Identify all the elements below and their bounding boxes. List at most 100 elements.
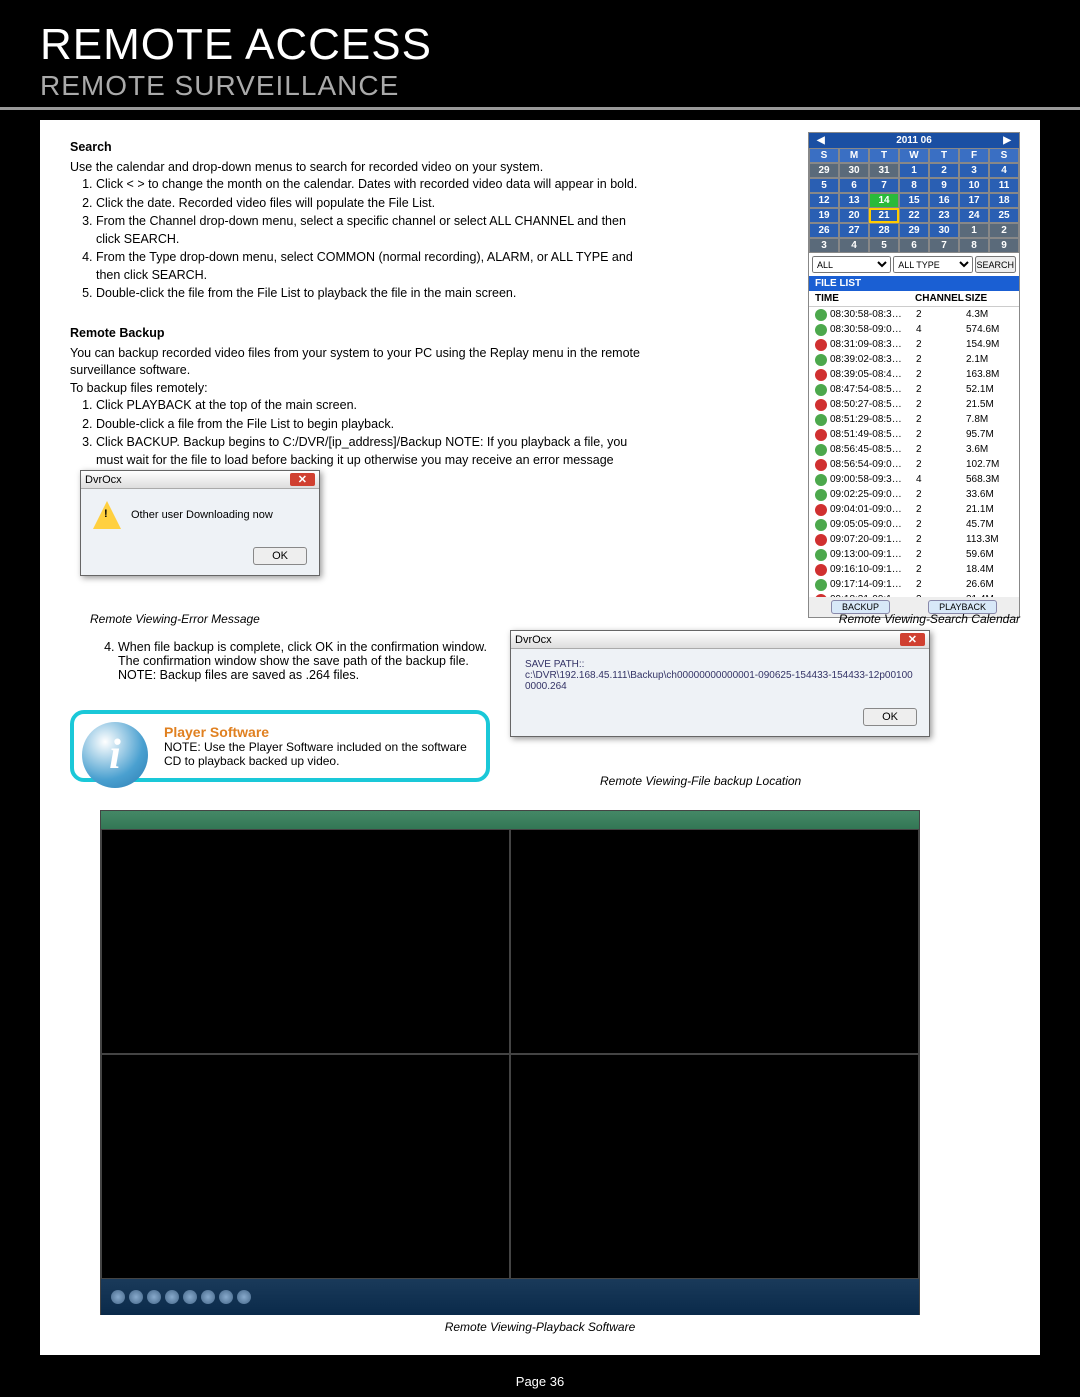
type-select[interactable]: ALL TYPE <box>893 256 972 273</box>
search-button[interactable]: SEARCH <box>975 256 1017 273</box>
taskbar-icon[interactable] <box>183 1290 197 1304</box>
calendar-cell[interactable]: 7 <box>869 178 899 193</box>
backup-step: Click BACKUP. Backup begins to C:/DVR/[i… <box>96 434 650 469</box>
calendar-cell[interactable]: 7 <box>929 238 959 253</box>
calendar-cell[interactable]: 11 <box>989 178 1019 193</box>
calendar-cell[interactable]: 13 <box>839 193 869 208</box>
calendar-cell[interactable]: 16 <box>929 193 959 208</box>
error-dialog: DvrOcx ✕ Other user Downloading now OK <box>80 470 320 576</box>
file-row[interactable]: 09:00:58-09:3…4568.3M <box>809 472 1019 487</box>
file-row[interactable]: 08:30:58-09:0…4574.6M <box>809 322 1019 337</box>
calendar-cell[interactable]: 25 <box>989 208 1019 223</box>
file-list[interactable]: 08:30:58-08:3…24.3M08:30:58-09:0…4574.6M… <box>809 307 1019 597</box>
taskbar-icon[interactable] <box>219 1290 233 1304</box>
save-dialog-title: DvrOcx <box>515 634 552 646</box>
file-cell: 21.4M <box>966 592 1008 597</box>
taskbar-icon[interactable] <box>201 1290 215 1304</box>
calendar-cell[interactable]: 30 <box>929 223 959 238</box>
alarm-icon <box>815 369 827 381</box>
calendar-cell[interactable]: 27 <box>839 223 869 238</box>
calendar-cell[interactable]: 14 <box>869 193 899 208</box>
file-cell: 2 <box>916 307 966 322</box>
calendar-cell[interactable]: 4 <box>989 163 1019 178</box>
file-row[interactable]: 08:56:45-08:5…23.6M <box>809 442 1019 457</box>
calendar-cell[interactable]: 24 <box>959 208 989 223</box>
calendar-cell[interactable]: 2 <box>929 163 959 178</box>
file-row[interactable]: 09:16:10-09:1…218.4M <box>809 562 1019 577</box>
file-cell: 09:18:31-09:1… <box>830 592 916 597</box>
alarm-icon <box>815 594 827 598</box>
save-ok-button[interactable]: OK <box>863 708 917 726</box>
file-row[interactable]: 08:56:54-09:0…2102.7M <box>809 457 1019 472</box>
taskbar-icon[interactable] <box>165 1290 179 1304</box>
calendar-cell[interactable]: 2 <box>989 223 1019 238</box>
calendar-cell[interactable]: 15 <box>899 193 929 208</box>
file-row[interactable]: 09:05:05-09:0…245.7M <box>809 517 1019 532</box>
calendar-cell[interactable]: 28 <box>869 223 899 238</box>
file-cell: 2 <box>916 487 966 502</box>
calendar-prev-icon[interactable]: ◀ <box>817 135 825 146</box>
calendar-cell[interactable]: 4 <box>839 238 869 253</box>
calendar-cell[interactable]: 21 <box>869 208 899 223</box>
file-row[interactable]: 08:50:27-08:5…221.5M <box>809 397 1019 412</box>
calendar-cell[interactable]: 6 <box>899 238 929 253</box>
calendar-cell[interactable]: 12 <box>809 193 839 208</box>
calendar-day-head: F <box>959 148 989 163</box>
calendar-cell[interactable]: 1 <box>899 163 929 178</box>
file-row[interactable]: 08:51:49-08:5…295.7M <box>809 427 1019 442</box>
calendar-cell[interactable]: 5 <box>809 178 839 193</box>
caption-player: Remote Viewing-Playback Software <box>40 1320 1040 1334</box>
calendar-cell[interactable]: 29 <box>899 223 929 238</box>
calendar-cell[interactable]: 5 <box>869 238 899 253</box>
calendar-cell[interactable]: 18 <box>989 193 1019 208</box>
file-cell: 2 <box>916 547 966 562</box>
calendar-cell[interactable]: 10 <box>959 178 989 193</box>
calendar-cell[interactable]: 19 <box>809 208 839 223</box>
calendar-cell[interactable]: 3 <box>809 238 839 253</box>
file-row[interactable]: 08:30:58-08:3…24.3M <box>809 307 1019 322</box>
calendar-cell[interactable]: 30 <box>839 163 869 178</box>
taskbar-icon[interactable] <box>237 1290 251 1304</box>
file-row[interactable]: 09:07:20-09:1…2113.3M <box>809 532 1019 547</box>
calendar-cell[interactable]: 6 <box>839 178 869 193</box>
calendar-cell[interactable]: 8 <box>899 178 929 193</box>
channel-select[interactable]: ALL <box>812 256 891 273</box>
calendar-cell[interactable]: 22 <box>899 208 929 223</box>
file-cell: 2 <box>916 382 966 397</box>
file-row[interactable]: 09:02:25-09:0…233.6M <box>809 487 1019 502</box>
file-row[interactable]: 09:18:31-09:1…221.4M <box>809 592 1019 597</box>
taskbar-icon[interactable] <box>147 1290 161 1304</box>
calendar-cell[interactable]: 9 <box>989 238 1019 253</box>
close-icon[interactable]: ✕ <box>290 473 315 486</box>
col-channel: CHANNEL <box>915 293 965 304</box>
file-row[interactable]: 08:47:54-08:5…252.1M <box>809 382 1019 397</box>
file-cell: 09:16:10-09:1… <box>830 562 916 577</box>
calendar-cell[interactable]: 20 <box>839 208 869 223</box>
calendar-next-icon[interactable]: ▶ <box>1003 135 1011 146</box>
file-cell: 2 <box>916 397 966 412</box>
close-icon[interactable]: ✕ <box>900 633 925 646</box>
calendar-cell[interactable]: 1 <box>959 223 989 238</box>
file-row[interactable]: 09:04:01-09:0…221.1M <box>809 502 1019 517</box>
calendar-cell[interactable]: 8 <box>959 238 989 253</box>
taskbar-icon[interactable] <box>129 1290 143 1304</box>
calendar-cell[interactable]: 31 <box>869 163 899 178</box>
calendar-cell[interactable]: 9 <box>929 178 959 193</box>
file-row[interactable]: 08:39:02-08:3…22.1M <box>809 352 1019 367</box>
calendar-cell[interactable]: 23 <box>929 208 959 223</box>
calendar-cell[interactable]: 26 <box>809 223 839 238</box>
calendar-cell[interactable]: 29 <box>809 163 839 178</box>
taskbar-icon[interactable] <box>111 1290 125 1304</box>
calendar-cell[interactable]: 17 <box>959 193 989 208</box>
file-row[interactable]: 09:13:00-09:1…259.6M <box>809 547 1019 562</box>
calendar-cell[interactable]: 3 <box>959 163 989 178</box>
file-row[interactable]: 08:39:05-08:4…2163.8M <box>809 367 1019 382</box>
file-row[interactable]: 09:17:14-09:1…226.6M <box>809 577 1019 592</box>
error-dialog-title: DvrOcx <box>85 474 122 486</box>
file-row[interactable]: 08:51:29-08:5…27.8M <box>809 412 1019 427</box>
file-cell: 568.3M <box>966 472 1008 487</box>
error-dialog-message: Other user Downloading now <box>131 509 273 521</box>
file-row[interactable]: 08:31:09-08:3…2154.9M <box>809 337 1019 352</box>
file-cell: 2 <box>916 337 966 352</box>
error-ok-button[interactable]: OK <box>253 547 307 565</box>
